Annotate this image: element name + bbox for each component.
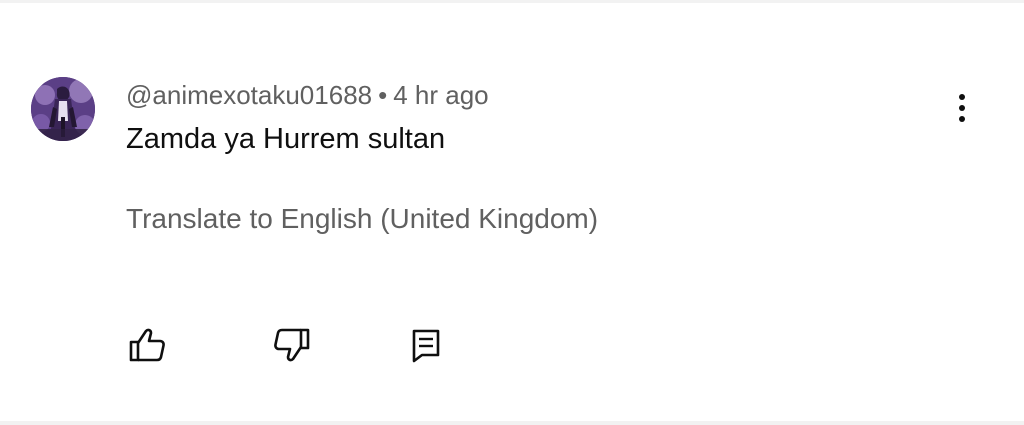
meta-separator: • <box>378 80 388 110</box>
thumbs-down-icon <box>274 328 310 362</box>
author-handle[interactable]: @animexotaku01688 <box>126 80 372 110</box>
bottom-divider <box>0 421 1024 425</box>
more-vert-icon[interactable] <box>944 88 980 128</box>
comment-meta: @animexotaku01688 • 4 hr ago <box>126 80 489 111</box>
avatar-image <box>31 77 95 141</box>
dislike-button[interactable] <box>267 322 317 368</box>
comment-text: Zamda ya Hurrem sultan <box>126 123 446 155</box>
translate-link[interactable]: Translate to English (United Kingdom) <box>126 203 598 235</box>
thumbs-up-icon <box>129 328 165 362</box>
menu-dot <box>959 116 965 122</box>
menu-dot <box>959 105 965 111</box>
comment-item: @animexotaku01688 • 4 hr ago Zamda ya Hurr… <box>0 0 1024 425</box>
comment-timestamp[interactable]: 4 hr ago <box>393 80 488 110</box>
reply-button[interactable] <box>400 322 450 368</box>
like-button[interactable] <box>122 322 172 368</box>
menu-dot <box>959 94 965 100</box>
avatar[interactable] <box>31 77 95 141</box>
reply-comment-icon <box>412 329 440 363</box>
